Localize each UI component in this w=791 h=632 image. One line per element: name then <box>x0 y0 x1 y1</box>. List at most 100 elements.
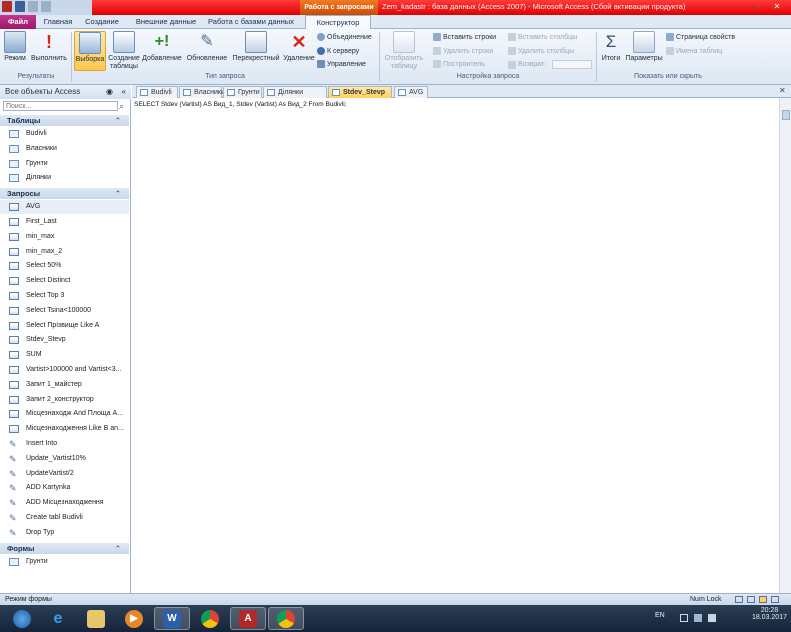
tab-home[interactable]: Главная <box>40 15 76 29</box>
nav-item-querie[interactable]: ✎ UpdateVartist/2 <box>0 467 129 481</box>
nav-item-form[interactable]: Грунти <box>0 555 129 569</box>
collapse-group-icon[interactable]: ⌃ <box>115 188 121 199</box>
tab-create[interactable]: Создание <box>80 15 124 29</box>
document-tab[interactable]: AVG <box>394 86 428 98</box>
mode-button[interactable]: Режим <box>2 31 28 63</box>
taskbar-ie[interactable]: e <box>40 607 76 630</box>
insert-columns-button[interactable]: Вставить столбцы <box>508 33 577 41</box>
start-button[interactable] <box>4 607 40 630</box>
document-tab[interactable]: Stdev_Stevp <box>328 86 392 98</box>
dropdown-icon[interactable]: ◉ <box>106 85 113 99</box>
delete-columns-button[interactable]: Удалить столбцы <box>508 47 574 55</box>
crosstab-button[interactable]: Перекрестный <box>230 31 282 63</box>
make-table-button[interactable]: Создание таблицы <box>107 31 141 71</box>
document-tab[interactable]: Budivli <box>136 86 178 98</box>
volume-icon[interactable] <box>708 614 716 622</box>
language-indicator[interactable]: EN <box>655 612 665 619</box>
undo-icon[interactable] <box>28 1 38 12</box>
nav-item-table[interactable]: Budivli <box>0 127 129 141</box>
return-select[interactable] <box>552 60 593 69</box>
nav-item-querie[interactable]: Stdev_Stevp <box>0 333 129 347</box>
sql-editor[interactable]: SELECT Stdev (Vartist) AS Вид_1, Stdev (… <box>132 98 779 593</box>
nav-search-input[interactable] <box>3 101 118 111</box>
nav-item-querie[interactable]: AVG <box>0 200 129 215</box>
run-button[interactable]: ! Выполнить <box>30 31 68 63</box>
property-sheet-button[interactable]: Страница свойств <box>666 33 735 41</box>
append-button[interactable]: +! Добавление <box>141 31 183 63</box>
nav-group-forms[interactable]: Формы ⌃ <box>0 542 129 554</box>
document-tab[interactable]: Власники <box>179 86 225 98</box>
totals-button[interactable]: Σ Итоги <box>598 31 624 63</box>
design-view-icon[interactable] <box>771 596 779 603</box>
nav-item-querie[interactable]: Місцезнаходж And Площа A... <box>0 407 129 421</box>
collapse-pane-icon[interactable]: « <box>122 85 126 99</box>
document-tab[interactable]: Грунти <box>223 86 262 98</box>
sql-view-icon[interactable] <box>759 596 767 603</box>
nav-item-querie[interactable]: ✎ ADD Kartynka <box>0 481 129 495</box>
nav-item-querie[interactable]: ✎ ADD Місцезнаходження <box>0 496 129 510</box>
show-table-button[interactable]: Отобразить таблицу <box>382 31 426 71</box>
nav-item-querie[interactable]: Місцезнаходження Like B an... <box>0 422 129 436</box>
tab-design[interactable]: Конструктор <box>305 15 371 30</box>
nav-item-querie[interactable]: Запит 1_майстер <box>0 378 129 392</box>
taskbar-word[interactable]: W <box>154 607 190 630</box>
nav-item-querie[interactable]: ✎ Insert Into <box>0 437 129 451</box>
vertical-scrollbar[interactable] <box>779 98 791 593</box>
access-app-icon[interactable] <box>2 1 12 12</box>
nav-item-querie[interactable]: ✎ Create tabl Budivli <box>0 511 129 525</box>
sql-text[interactable]: SELECT Stdev (Vartist) AS Вид_1, Stdev (… <box>134 101 346 108</box>
taskbar-access[interactable]: A <box>230 607 266 630</box>
update-button[interactable]: ✎ Обновление <box>185 31 229 63</box>
select-query-button[interactable]: Выборка <box>74 31 106 71</box>
data-definition-button[interactable]: Управление <box>317 60 366 68</box>
nav-header[interactable]: Все объекты Access ◉ « <box>0 85 131 99</box>
close-button[interactable]: ✕ <box>766 0 788 13</box>
scrollbar-thumb[interactable] <box>782 110 790 120</box>
search-icon[interactable]: ⌕ <box>119 101 129 111</box>
nav-item-table[interactable]: Власники <box>0 142 129 156</box>
collapse-group-icon[interactable]: ⌃ <box>115 115 121 126</box>
nav-item-querie[interactable]: ✎ Update_Vartist10% <box>0 452 129 466</box>
taskbar-explorer[interactable] <box>78 607 114 630</box>
nav-item-querie[interactable]: SUM <box>0 348 129 362</box>
nav-item-querie[interactable]: Select Distinct <box>0 274 129 288</box>
nav-item-table[interactable]: Ділянки <box>0 171 129 185</box>
collapse-group-icon[interactable]: ⌃ <box>115 543 121 554</box>
nav-group-tables[interactable]: Таблицы ⌃ <box>0 115 129 126</box>
tab-file[interactable]: Файл <box>0 15 36 29</box>
datasheet-view-icon[interactable] <box>747 596 755 603</box>
nav-item-querie[interactable]: Select Top 3 <box>0 289 129 303</box>
delete-rows-button[interactable]: Удалить строки <box>433 47 493 55</box>
taskbar-media-player[interactable]: ▶ <box>116 607 152 630</box>
redo-icon[interactable] <box>41 1 51 12</box>
close-document-icon[interactable]: ✕ <box>779 86 786 95</box>
network-icon[interactable] <box>694 614 702 622</box>
tab-database-tools[interactable]: Работа с базами данных <box>205 15 297 29</box>
nav-group-queries[interactable]: Запросы ⌃ <box>0 188 129 200</box>
nav-item-querie[interactable]: Select 50% <box>0 259 129 273</box>
pass-through-button[interactable]: К серверу <box>317 47 359 55</box>
insert-rows-button[interactable]: Вставить строки <box>433 33 496 41</box>
delete-query-button[interactable]: ✕ Удаление <box>283 31 315 63</box>
save-icon[interactable] <box>15 1 25 12</box>
nav-item-querie[interactable]: Select Прізвище Like A <box>0 319 129 333</box>
form-view-icon[interactable] <box>735 596 743 603</box>
tray-arrow-icon[interactable] <box>680 614 688 622</box>
parameters-button[interactable]: Параметры <box>625 31 663 63</box>
minimize-button[interactable]: – <box>743 0 765 13</box>
nav-item-table[interactable]: Грунти <box>0 157 129 171</box>
clock[interactable]: 20:28 18.03.2017 <box>752 607 787 621</box>
nav-item-querie[interactable]: ✎ Drop Typ <box>0 526 129 540</box>
tab-external-data[interactable]: Внешние данные <box>128 15 204 29</box>
taskbar-chrome-2[interactable] <box>268 607 304 630</box>
taskbar-chrome[interactable] <box>192 607 228 630</box>
nav-item-querie[interactable]: Vartist>100000 and Vartist<3... <box>0 363 129 377</box>
table-names-button[interactable]: Имена таблиц <box>666 47 722 55</box>
union-button[interactable]: Объединение <box>317 33 372 41</box>
nav-item-querie[interactable]: Запит 2_конструктор <box>0 393 129 407</box>
nav-item-querie[interactable]: min_max_2 <box>0 245 129 259</box>
nav-item-querie[interactable]: First_Last <box>0 215 129 229</box>
nav-item-querie[interactable]: Select Tsina<100000 <box>0 304 129 318</box>
builder-button[interactable]: Построитель <box>433 60 485 68</box>
nav-item-querie[interactable]: min_max <box>0 230 129 244</box>
